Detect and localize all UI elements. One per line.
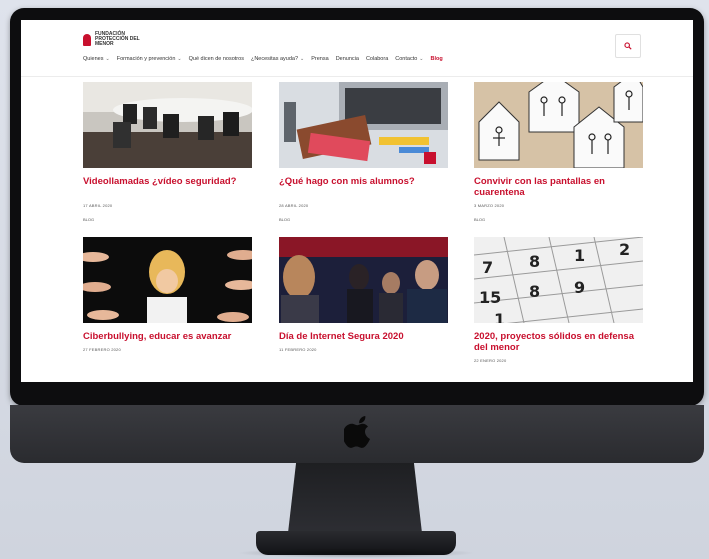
post-date: 17 ABRIL 2020 — [83, 203, 113, 208]
post-date: 27 FEBRERO 2020 — [83, 347, 121, 352]
nav-item-que-dicen[interactable]: Qué dicen de nosotros — [189, 56, 244, 62]
post-date: 3 MARZO 2020 — [474, 203, 505, 208]
post-card[interactable]: 7 8 1 2 15 8 9 1 2020, proyectos sólidos… — [474, 237, 643, 363]
post-image-event[interactable] — [279, 237, 448, 323]
svg-text:9: 9 — [574, 278, 585, 297]
nav-item-colabora[interactable]: Colabora — [366, 56, 388, 62]
site-header: FUNDACIÓN PROTECCIÓN DEL MENOR Quienes ⌄ … — [21, 20, 693, 77]
svg-text:8: 8 — [529, 252, 540, 271]
website-screen: FUNDACIÓN PROTECCIÓN DEL MENOR Quienes ⌄ … — [21, 20, 693, 382]
svg-text:2: 2 — [619, 240, 630, 259]
svg-text:1: 1 — [494, 310, 505, 323]
post-date: 11 FEBRERO 2020 — [279, 347, 317, 352]
nav-item-formacion[interactable]: Formación y prevención ⌄ — [117, 56, 182, 62]
post-image-paper-houses[interactable] — [474, 82, 643, 168]
imac-mockup: FUNDACIÓN PROTECCIÓN DEL MENOR Quienes ⌄ … — [0, 0, 709, 559]
post-title[interactable]: ¿Qué hago con mis alumnos? — [279, 176, 448, 198]
post-title[interactable]: 2020, proyectos sólidos en defensa del m… — [474, 331, 643, 353]
post-image-meeting-room[interactable] — [83, 82, 252, 168]
post-title[interactable]: Ciberbullying, educar es avanzar — [83, 331, 252, 342]
search-icon — [624, 42, 632, 50]
logo-mark-icon — [83, 33, 91, 46]
post-card[interactable]: Día de Internet Segura 2020 11 FEBRERO 2… — [279, 237, 448, 352]
svg-text:1: 1 — [574, 246, 585, 265]
svg-text:15: 15 — [479, 288, 501, 307]
nav-item-blog[interactable]: Blog — [430, 56, 442, 62]
post-card[interactable]: Videollamadas ¿vídeo seguridad? 17 ABRIL… — [83, 82, 252, 222]
post-card[interactable]: Convivir con las pantallas en cuarentena… — [474, 82, 643, 222]
post-image-desk[interactable] — [279, 82, 448, 168]
post-card[interactable]: ¿Qué hago con mis alumnos? 28 ABRIL 2020… — [279, 82, 448, 222]
main-nav: Quienes ⌄ Formación y prevención ⌄ Qué dic… — [83, 56, 443, 62]
chevron-down-icon: ⌄ — [177, 56, 182, 62]
post-title[interactable]: Convivir con las pantallas en cuarentena — [474, 176, 643, 198]
search-button[interactable] — [615, 34, 641, 58]
post-date: 28 ABRIL 2020 — [279, 203, 309, 208]
post-title[interactable]: Día de Internet Segura 2020 — [279, 331, 448, 342]
nav-item-prensa[interactable]: Prensa — [311, 56, 328, 62]
svg-text:7: 7 — [482, 258, 493, 277]
chevron-down-icon: ⌄ — [105, 56, 110, 62]
svg-text:8: 8 — [529, 282, 540, 301]
nav-item-quienes[interactable]: Quienes ⌄ — [83, 56, 110, 62]
post-tag[interactable]: BLOG — [83, 217, 252, 222]
post-tag[interactable]: BLOG — [474, 217, 643, 222]
logo-text: FUNDACIÓN PROTECCIÓN DEL MENOR — [95, 31, 140, 47]
chevron-down-icon: ⌄ — [419, 56, 424, 62]
apple-logo-icon — [344, 416, 370, 448]
stand-shadow — [236, 548, 476, 558]
site-logo[interactable]: FUNDACIÓN PROTECCIÓN DEL MENOR — [83, 32, 149, 47]
post-image-calendar[interactable]: 7 8 1 2 15 8 9 1 — [474, 237, 643, 323]
post-date: 22 ENERO 2020 — [474, 358, 507, 363]
post-card[interactable]: Ciberbullying, educar es avanzar 27 FEBR… — [83, 237, 252, 352]
nav-item-denuncia[interactable]: Denuncia — [336, 56, 359, 62]
post-image-bullying[interactable] — [83, 237, 252, 323]
chevron-down-icon: ⌄ — [300, 56, 305, 62]
post-tag[interactable]: BLOG — [279, 217, 448, 222]
monitor-stand-neck — [288, 463, 422, 533]
post-title[interactable]: Videollamadas ¿vídeo seguridad? — [83, 176, 252, 198]
nav-item-contacto[interactable]: Contacto ⌄ — [395, 56, 423, 62]
nav-item-ayuda[interactable]: ¿Necesitas ayuda? ⌄ — [251, 56, 304, 62]
